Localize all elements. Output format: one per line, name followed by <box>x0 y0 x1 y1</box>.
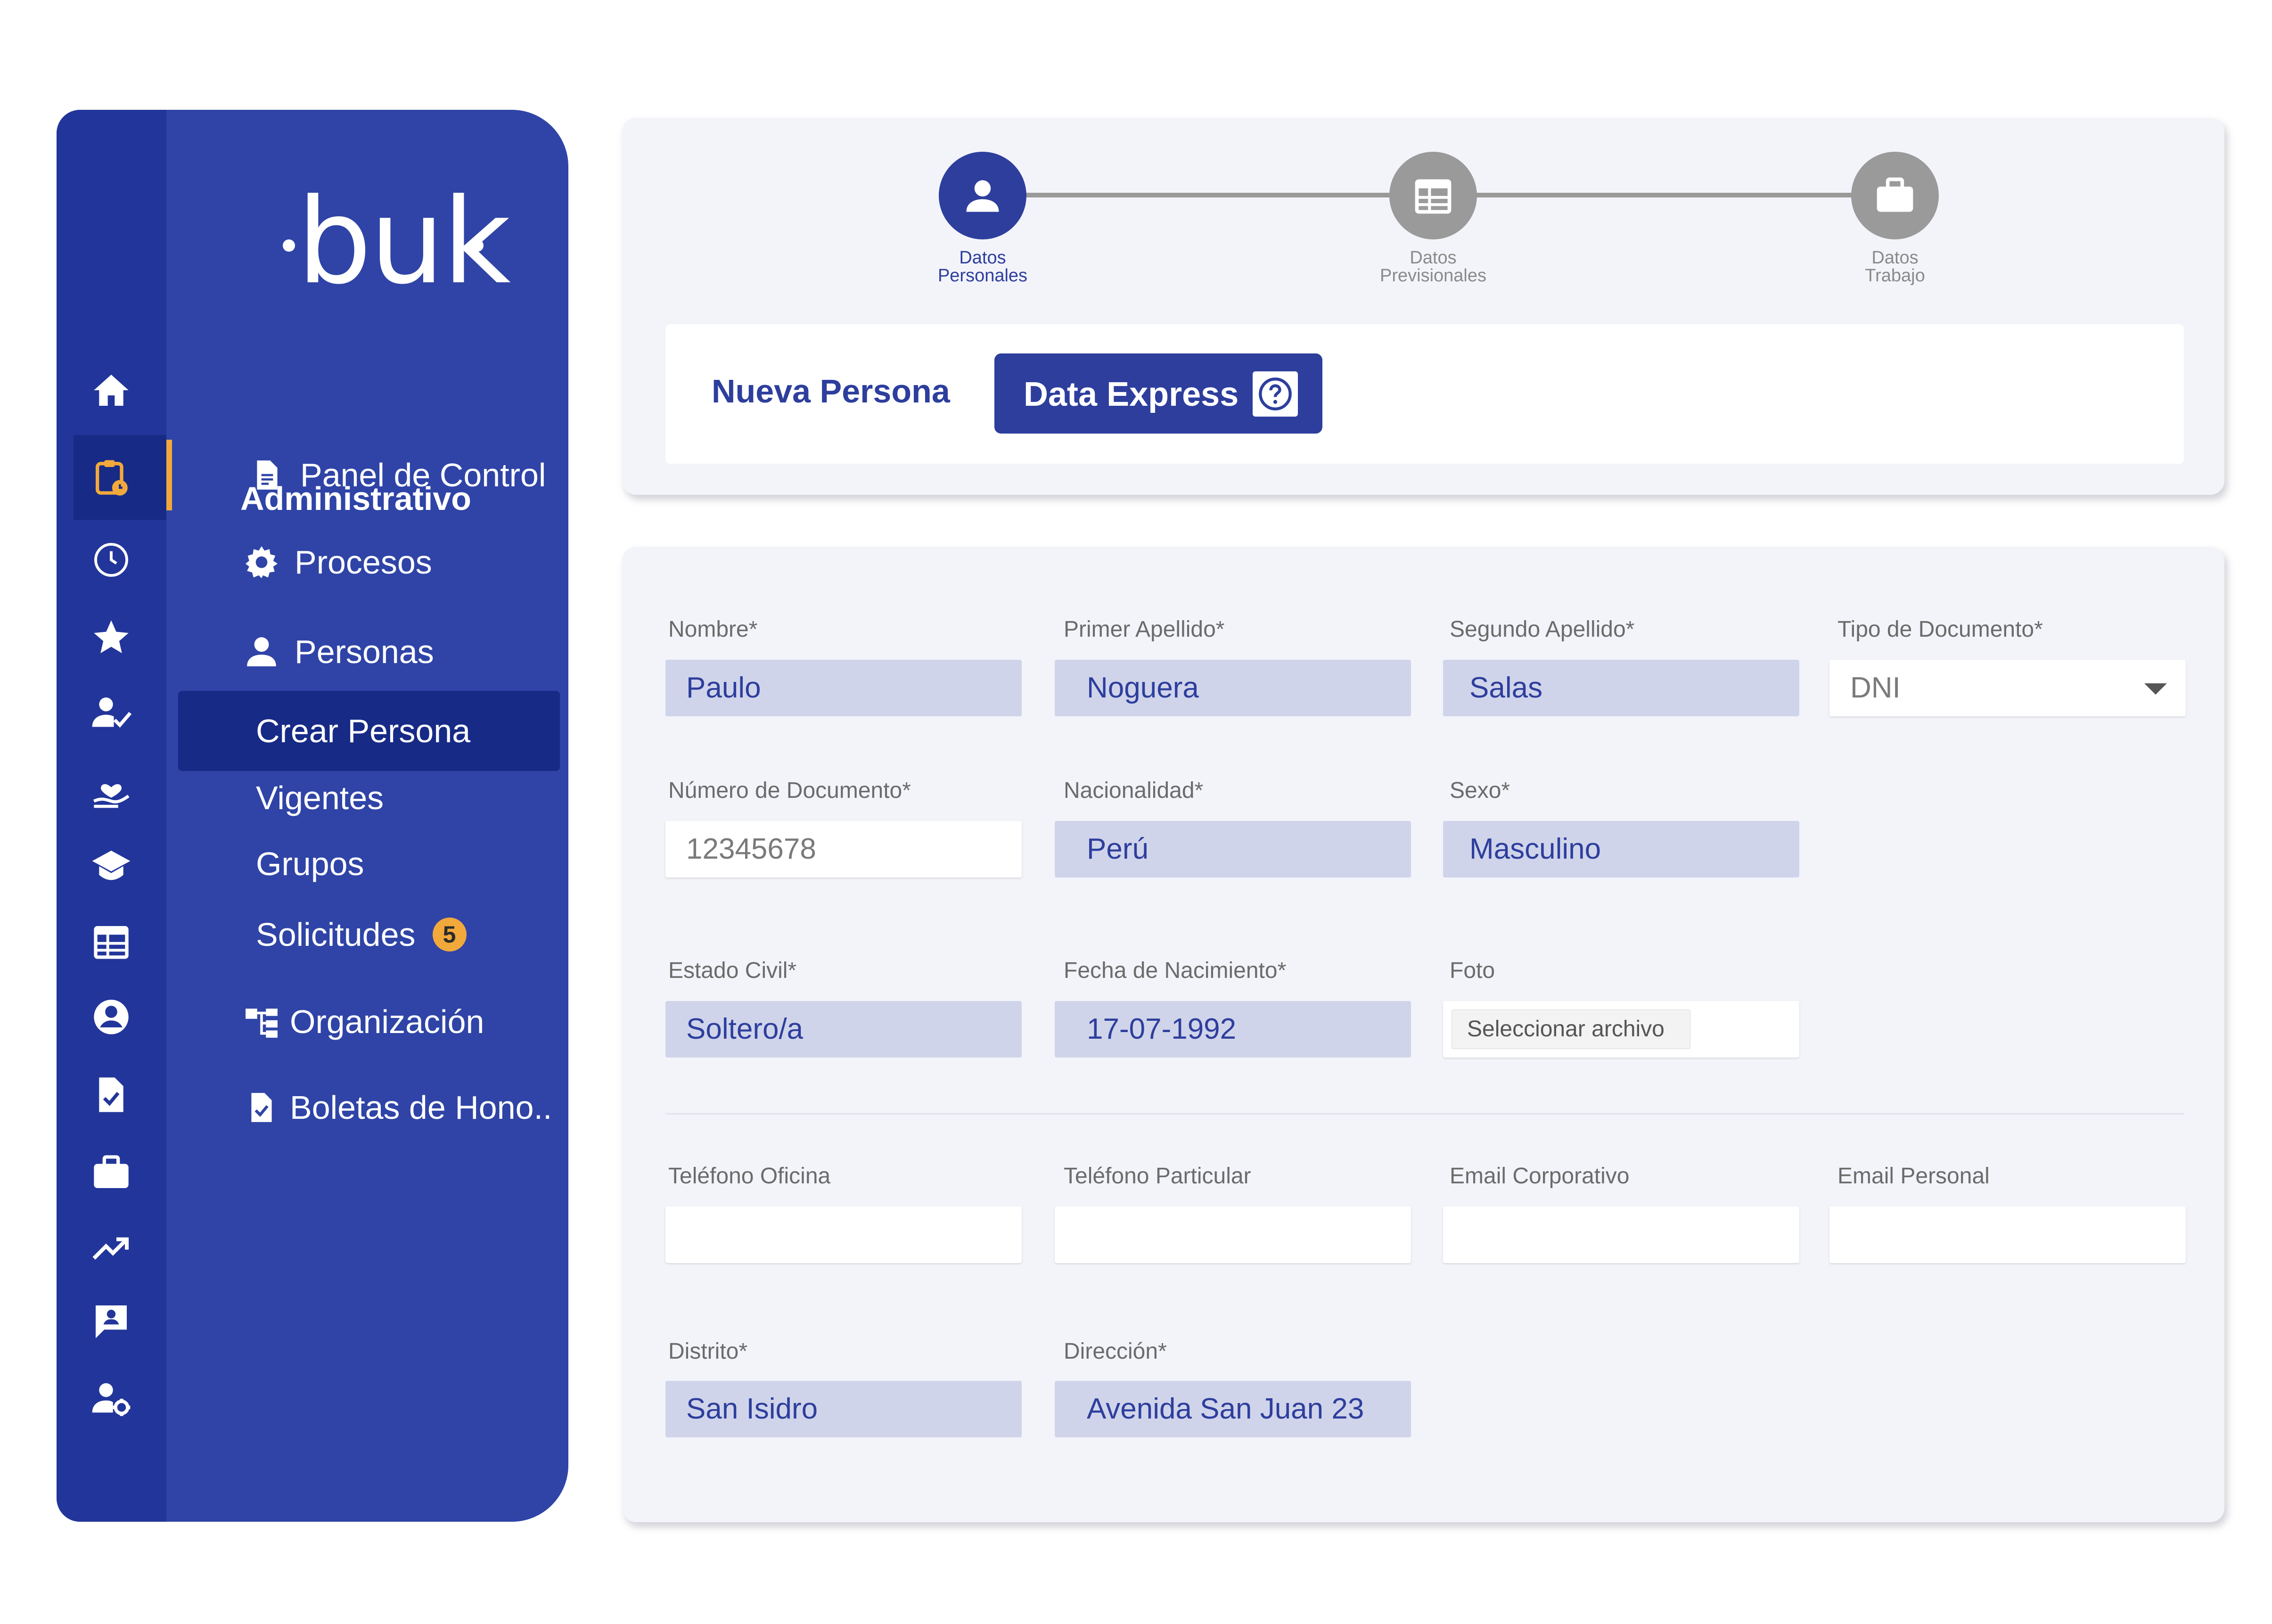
nav-item-boletas[interactable]: Boletas de Hono.. <box>166 1072 568 1143</box>
fecha-nacimiento-label: Fecha de Nacimiento* <box>1064 958 1287 983</box>
sexo-input[interactable]: Masculino <box>1443 821 1799 878</box>
org-chart-icon <box>246 1009 278 1038</box>
tipo-documento-select[interactable]: DNI <box>1829 660 2186 716</box>
step-label-line2: Trabajo <box>1865 266 1925 286</box>
step-label-line2: Previsionales <box>1380 266 1486 286</box>
nacionalidad-input[interactable]: Perú <box>1055 821 1411 878</box>
logo-dot-right <box>471 239 484 252</box>
email-personal-label: Email Personal <box>1837 1164 1990 1189</box>
estado-civil-label: Estado Civil* <box>668 958 797 983</box>
nav-item-label: Organización <box>290 1003 484 1040</box>
sub-item-label: Solicitudes <box>256 916 416 953</box>
segundo-apellido-label: Segundo Apellido* <box>1450 617 1635 642</box>
email-corporativo-label: Email Corporativo <box>1450 1164 1630 1189</box>
direccion-input[interactable]: Avenida San Juan 23 <box>1055 1381 1411 1437</box>
step-label-line1: Datos <box>1871 248 1919 268</box>
sub-item-solicitudes[interactable]: Solicitudes 5 <box>178 894 560 975</box>
sub-item-grupos[interactable]: Grupos <box>178 824 560 904</box>
step-label-datos-trabajo: Datos Trabajo <box>1801 249 1989 285</box>
nav-item-label: Boletas de Hono.. <box>290 1089 552 1126</box>
segundo-apellido-input[interactable]: Salas <box>1443 660 1799 716</box>
nombre-input[interactable]: Paulo <box>665 660 1022 716</box>
sidebar: buk Administrativo Panel de Control Proc… <box>57 110 568 1522</box>
select-file-button[interactable]: Seleccionar archivo <box>1452 1009 1690 1049</box>
nav-item-personas[interactable]: Personas <box>166 616 568 687</box>
step-datos-trabajo[interactable] <box>1851 152 1939 239</box>
telefono-particular-label: Teléfono Particular <box>1064 1164 1251 1189</box>
help-icon[interactable] <box>1253 371 1298 417</box>
primer-apellido-label: Primer Apellido* <box>1064 617 1225 642</box>
primer-apellido-input[interactable]: Noguera <box>1055 660 1411 716</box>
nav-item-label: Panel de Control <box>300 457 546 493</box>
step-label-datos-previsionales: Datos Previsionales <box>1339 249 1527 285</box>
document-check-icon <box>251 1093 272 1122</box>
telefono-oficina-label: Teléfono Oficina <box>668 1164 831 1189</box>
nav-item-organizacion[interactable]: Organización <box>166 986 568 1057</box>
gear-icon <box>246 546 278 578</box>
tipo-documento-label: Tipo de Documento* <box>1837 617 2043 642</box>
foto-label: Foto <box>1450 958 1495 983</box>
form-divider <box>665 1113 2184 1115</box>
fecha-nacimiento-input[interactable]: 17-07-1992 <box>1055 1001 1411 1058</box>
nacionalidad-label: Nacionalidad* <box>1064 778 1204 803</box>
step-label-datos-personales: Datos Personales <box>888 249 1077 285</box>
document-icon <box>257 460 278 490</box>
estado-civil-input[interactable]: Soltero/a <box>665 1001 1022 1058</box>
buk-logo: buk <box>240 180 511 303</box>
telefono-particular-input[interactable] <box>1055 1206 1411 1263</box>
email-corporativo-input[interactable] <box>1443 1206 1799 1263</box>
data-express-label: Data Express <box>1024 376 1239 413</box>
step-datos-personales[interactable] <box>939 152 1026 239</box>
telefono-oficina-input[interactable] <box>665 1206 1022 1263</box>
dropdown-arrow-icon <box>2144 683 2167 695</box>
tipo-documento-value: DNI <box>1850 672 1901 704</box>
briefcase-icon <box>1877 177 1913 212</box>
direccion-label: Dirección* <box>1064 1339 1167 1364</box>
step-datos-previsionales[interactable] <box>1389 152 1477 239</box>
email-personal-input[interactable] <box>1829 1206 2186 1263</box>
logo-dot-left <box>283 239 295 252</box>
sexo-label: Sexo* <box>1450 778 1510 803</box>
person-icon <box>966 180 999 212</box>
distrito-label: Distrito* <box>668 1339 748 1364</box>
numero-documento-label: Número de Documento* <box>668 778 911 803</box>
person-icon <box>247 637 276 666</box>
nav-item-label: Procesos <box>295 544 432 581</box>
page-title: Nueva Persona <box>712 373 950 410</box>
step-label-line1: Datos <box>1410 248 1457 268</box>
nav-item-label: Personas <box>295 633 434 670</box>
data-express-button[interactable]: Data Express <box>994 353 1322 434</box>
step-label-line2: Personales <box>937 266 1028 286</box>
numero-documento-input[interactable]: 12345678 <box>665 821 1022 878</box>
step-label-line1: Datos <box>959 248 1006 268</box>
foto-file-input[interactable]: Seleccionar archivo <box>1443 1001 1799 1058</box>
distrito-input[interactable]: San Isidro <box>665 1381 1022 1437</box>
nav-item-procesos[interactable]: Procesos <box>166 527 568 598</box>
calendar-table-icon <box>1415 179 1452 214</box>
nombre-label: Nombre* <box>668 617 758 642</box>
notification-badge: 5 <box>432 918 467 951</box>
nav-item-panel-de-control[interactable]: Panel de Control <box>166 440 568 510</box>
